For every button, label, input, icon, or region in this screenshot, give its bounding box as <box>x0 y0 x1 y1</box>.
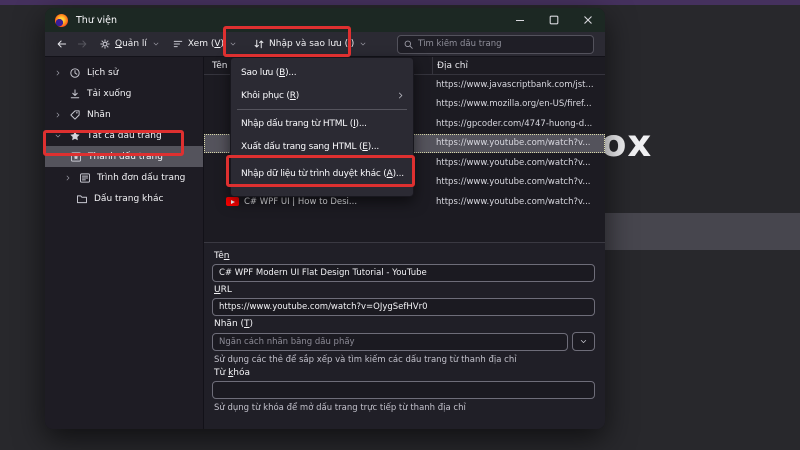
sidebar-item-label: Tất cả dấu trang <box>87 130 162 141</box>
bookmark-url: https://www.youtube.com/watch?v... <box>436 196 591 207</box>
bookmark-url: https://gpcoder.com/4747-huong-d... <box>436 118 593 129</box>
sidebar-item-label: Dấu trang khác <box>94 193 164 204</box>
tags-helper-text: Sử dụng các thẻ để sắp xếp và tìm kiếm c… <box>214 355 517 365</box>
minimize-button[interactable] <box>503 8 537 32</box>
chevron-down-icon <box>153 42 159 46</box>
search-input[interactable] <box>397 34 594 54</box>
bookmark-url: https://www.youtube.com/watch?v... <box>436 138 591 149</box>
tags-field-label: Nhãn (T) <box>214 319 254 329</box>
chevron-right-icon[interactable] <box>53 69 63 77</box>
import-backup-menu: Sao lưu (B)... Khôi phục (R) Nhập dấu tr… <box>230 57 414 197</box>
star-icon <box>68 130 82 142</box>
sidebar-item-label: Lịch sử <box>87 67 119 78</box>
bookmark-url: https://www.youtube.com/watch?v... <box>436 177 591 188</box>
views-label: Xem (V) <box>187 39 225 49</box>
organize-label: Quản lí <box>115 39 147 49</box>
menu-item-export-html[interactable]: Xuất dấu trang sang HTML (E)... <box>231 135 413 158</box>
name-field-label: Tên <box>214 251 230 261</box>
import-backup-button[interactable]: Nhập và sao lưu (I) <box>247 35 373 53</box>
name-field[interactable] <box>212 264 595 282</box>
sidebar-item-bookmarks-toolbar[interactable]: Thanh dấu trang <box>45 146 203 167</box>
column-header-address[interactable]: Địa chỉ <box>432 57 605 74</box>
menu-item-backup[interactable]: Sao lưu (B)... <box>231 61 413 84</box>
background-band <box>598 213 800 250</box>
url-field[interactable] <box>212 298 595 316</box>
desktop-accent-strip <box>0 0 800 5</box>
sidebar-item-label: Trình đơn dấu trang <box>97 172 186 183</box>
menu-item-restore[interactable]: Khôi phục (R) <box>231 84 413 107</box>
tag-icon <box>68 109 82 121</box>
maximize-button[interactable] <box>537 8 571 32</box>
sidebar-item-tags[interactable]: Nhãn <box>45 104 203 125</box>
view-list-icon <box>173 40 183 48</box>
tags-field[interactable] <box>212 332 568 351</box>
chevron-down-icon[interactable] <box>53 132 63 140</box>
back-icon <box>57 40 67 48</box>
forward-button[interactable] <box>72 35 93 53</box>
sidebar-item-all-bookmarks[interactable]: Tất cả dấu trang <box>45 125 203 146</box>
keyword-field-label: Từ khóa <box>214 368 251 378</box>
sidebar-item-label: Thanh dấu trang <box>88 151 163 162</box>
sidebar-item-history[interactable]: Lịch sử <box>45 62 203 83</box>
sidebar-item-other-bookmarks[interactable]: Dấu trang khác <box>45 188 203 209</box>
submenu-arrow-icon <box>396 91 405 100</box>
menu-separator <box>237 109 407 110</box>
views-button[interactable]: Xem (V) <box>166 35 243 53</box>
window-title: Thư viện <box>76 14 117 26</box>
tags-dropdown-button[interactable] <box>572 332 595 351</box>
firefox-icon <box>55 13 68 27</box>
library-sidebar: Lịch sử Tải xuống Nhãn Tất cả dấu trang … <box>45 57 204 429</box>
bookmark-search <box>397 34 594 54</box>
chevron-down-icon <box>580 340 587 343</box>
sidebar-item-label: Tải xuống <box>87 88 132 99</box>
back-button[interactable] <box>51 35 72 53</box>
folder-icon <box>75 193 89 205</box>
menu-item-import-html[interactable]: Nhập dấu trang từ HTML (I)... <box>231 112 413 135</box>
download-icon <box>68 88 82 100</box>
bookmark-details-pane: Tên URL Nhãn (T) Sử dụng các thẻ để sắp … <box>204 242 605 429</box>
bookmark-url: https://www.javascriptbank.com/jst... <box>436 79 594 90</box>
close-icon <box>584 16 592 24</box>
bookmarks-toolbar-icon <box>69 151 83 163</box>
library-toolbar: Quản lí Xem (V) Nhập và sao lưu (I) <box>45 32 605 57</box>
youtube-icon <box>226 197 239 207</box>
bookmark-url: https://www.mozilla.org/en-US/firef... <box>436 99 592 110</box>
close-button[interactable] <box>571 8 605 32</box>
clock-icon <box>68 67 82 79</box>
import-backup-label: Nhập và sao lưu (I) <box>269 39 355 49</box>
chevron-right-icon[interactable] <box>53 111 63 119</box>
sidebar-item-label: Nhãn <box>87 109 111 120</box>
titlebar: Thư viện <box>45 8 605 32</box>
sidebar-item-bookmarks-menu[interactable]: Trình đơn dấu trang <box>45 167 203 188</box>
firefox-wordmark-fragment: ox <box>601 122 653 165</box>
gear-icon <box>100 39 110 49</box>
url-field-label: URL <box>214 285 232 295</box>
search-icon <box>404 40 413 49</box>
sidebar-item-downloads[interactable]: Tải xuống <box>45 83 203 104</box>
maximize-icon <box>549 15 559 25</box>
keyword-field[interactable] <box>212 381 595 399</box>
chevron-down-icon <box>360 42 366 46</box>
menu-item-import-other-browser[interactable]: Nhập dữ liệu từ trình duyệt khác (A)... <box>231 162 413 185</box>
forward-icon <box>77 40 87 48</box>
organize-button[interactable]: Quản lí <box>93 35 166 53</box>
bookmark-url: https://www.youtube.com/watch?v... <box>436 157 591 168</box>
minimize-icon <box>516 19 524 22</box>
import-export-arrows-icon <box>254 39 264 49</box>
keyword-helper-text: Sử dụng từ khóa để mở dấu trang trực tiế… <box>214 403 466 413</box>
bookmarks-menu-icon <box>78 172 92 184</box>
bookmark-name: C# WPF UI | How to Desi... <box>204 197 432 207</box>
chevron-right-icon[interactable] <box>63 174 73 182</box>
chevron-down-icon <box>230 42 236 46</box>
